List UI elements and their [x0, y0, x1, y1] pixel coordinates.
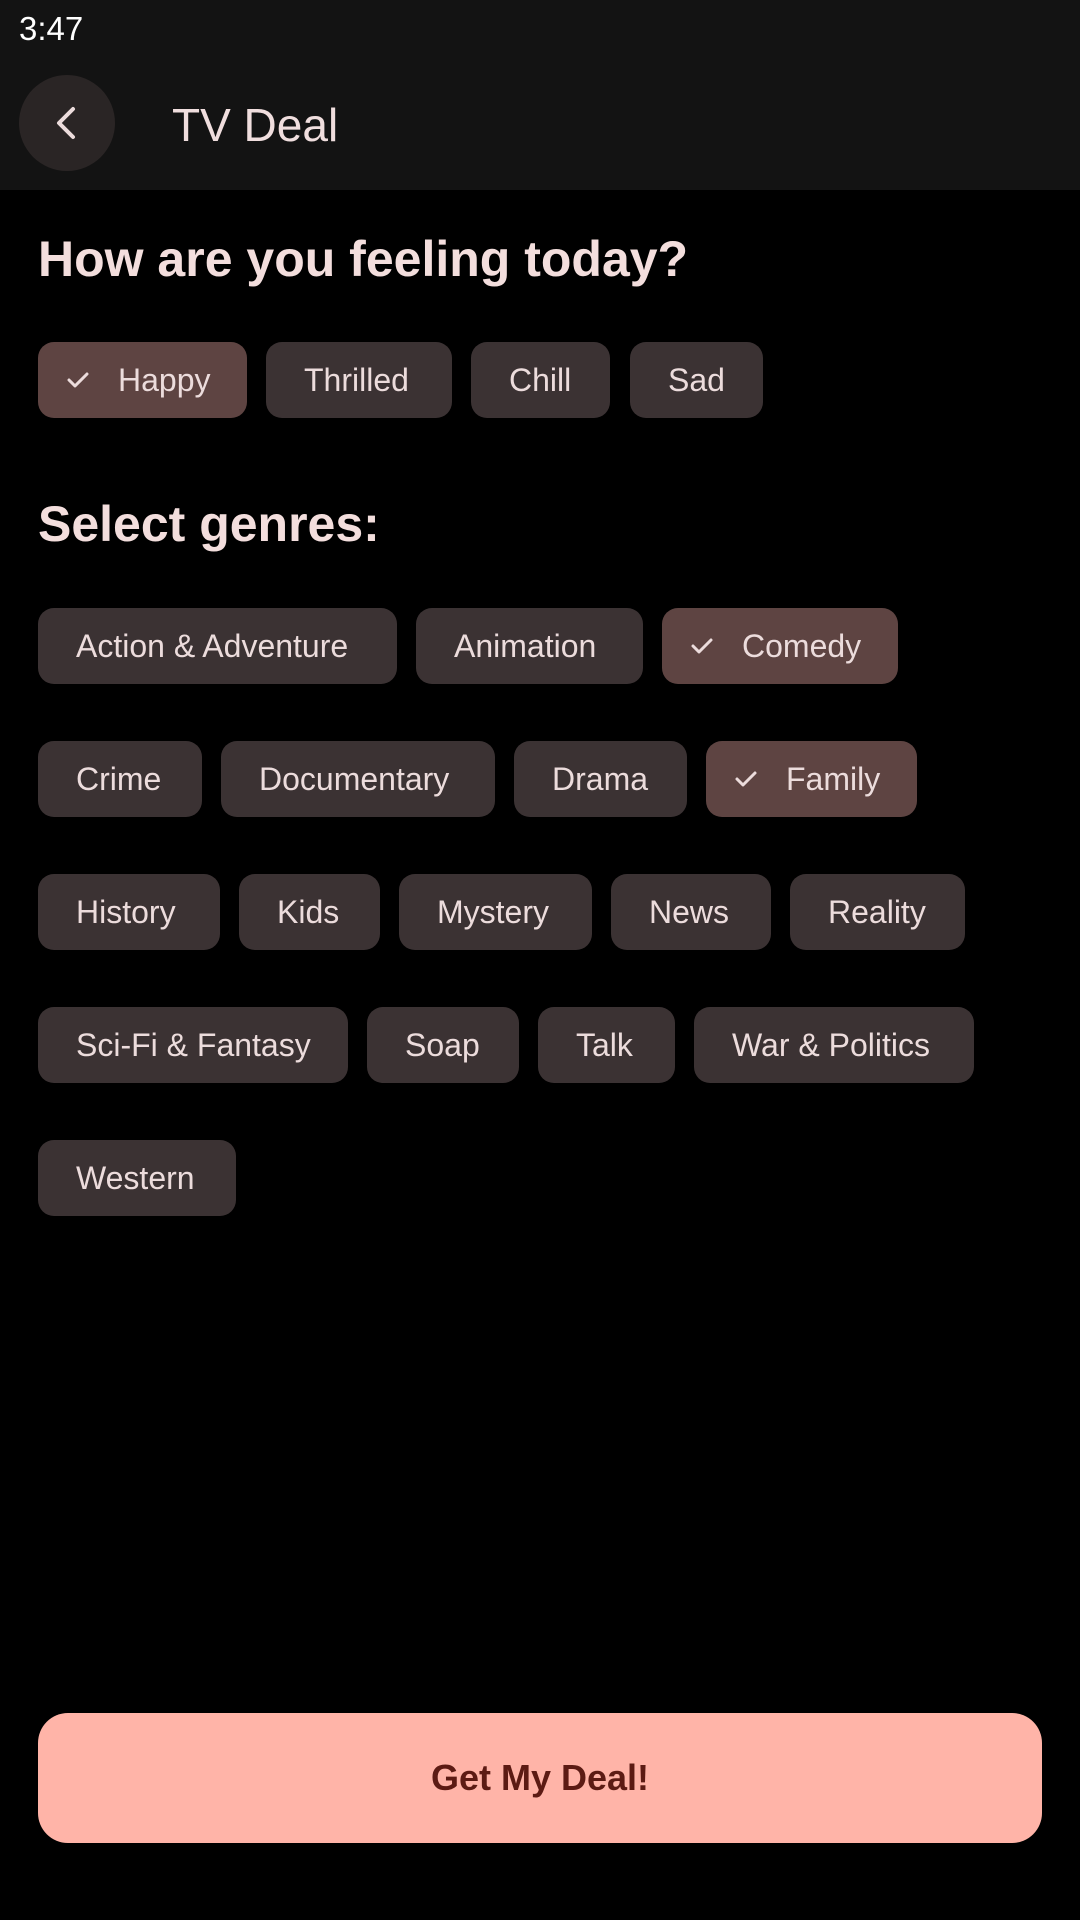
chip-label: Documentary — [259, 760, 450, 797]
chip-genre-comedy[interactable]: Comedy — [662, 608, 898, 684]
chip-label: Mystery — [437, 893, 549, 930]
chip-label: Western — [76, 1159, 195, 1196]
chip-genre-crime[interactable]: Crime — [38, 741, 202, 817]
status-bar: 3:47 — [0, 0, 1080, 60]
chip-label: War & Politics — [732, 1026, 930, 1063]
chip-genre-action-adventure[interactable]: Action & Adventure — [38, 608, 397, 684]
check-icon — [732, 765, 760, 793]
chip-label: Comedy — [742, 627, 862, 664]
chip-genre-mystery[interactable]: Mystery — [399, 874, 592, 950]
chip-label: Kids — [277, 893, 340, 930]
chip-label: History — [76, 893, 176, 930]
chip-label: Talk — [576, 1026, 633, 1063]
chip-label: Animation — [454, 627, 597, 664]
chip-label: Reality — [828, 893, 926, 930]
chip-genre-talk[interactable]: Talk — [538, 1007, 675, 1083]
chip-genre-kids[interactable]: Kids — [239, 874, 380, 950]
chip-genre-western[interactable]: Western — [38, 1140, 236, 1216]
status-time: 3:47 — [19, 10, 84, 47]
chip-genre-soap[interactable]: Soap — [367, 1007, 519, 1083]
chip-mood-thrilled[interactable]: Thrilled — [266, 342, 452, 418]
mood-heading: How are you feeling today? — [38, 231, 689, 287]
get-my-deal-button[interactable]: Get My Deal! — [38, 1713, 1042, 1843]
back-button[interactable] — [19, 75, 115, 171]
chip-genre-reality[interactable]: Reality — [790, 874, 965, 950]
chip-genre-documentary[interactable]: Documentary — [221, 741, 495, 817]
chip-mood-chill[interactable]: Chill — [471, 342, 610, 418]
chip-mood-sad[interactable]: Sad — [630, 342, 763, 418]
genres-heading: Select genres: — [38, 496, 380, 552]
chip-label: Action & Adventure — [76, 627, 349, 664]
chip-label: Family — [786, 760, 881, 797]
chip-label: Sad — [668, 361, 725, 398]
arrow-back-icon — [47, 103, 87, 143]
app-bar: TV Deal — [0, 60, 1080, 190]
chip-genre-news[interactable]: News — [611, 874, 771, 950]
chip-mood-happy[interactable]: Happy — [38, 342, 247, 418]
chip-label: Sci-Fi & Fantasy — [76, 1026, 311, 1063]
chip-genre-scifi-fantasy[interactable]: Sci-Fi & Fantasy — [38, 1007, 348, 1083]
chip-label: Drama — [552, 760, 649, 797]
check-icon — [688, 632, 716, 660]
chip-label: News — [649, 893, 730, 930]
check-icon — [64, 366, 92, 394]
chip-genre-animation[interactable]: Animation — [416, 608, 643, 684]
chip-genre-drama[interactable]: Drama — [514, 741, 687, 817]
chip-genre-war-politics[interactable]: War & Politics — [694, 1007, 974, 1083]
chip-genre-family[interactable]: Family — [706, 741, 917, 817]
chip-label: Soap — [405, 1026, 480, 1063]
chip-genre-history[interactable]: History — [38, 874, 220, 950]
chip-label: Thrilled — [304, 361, 409, 398]
page-title: TV Deal — [172, 99, 339, 151]
chip-label: Crime — [76, 760, 162, 797]
chip-label: Happy — [118, 361, 211, 398]
chip-label: Chill — [509, 361, 572, 398]
